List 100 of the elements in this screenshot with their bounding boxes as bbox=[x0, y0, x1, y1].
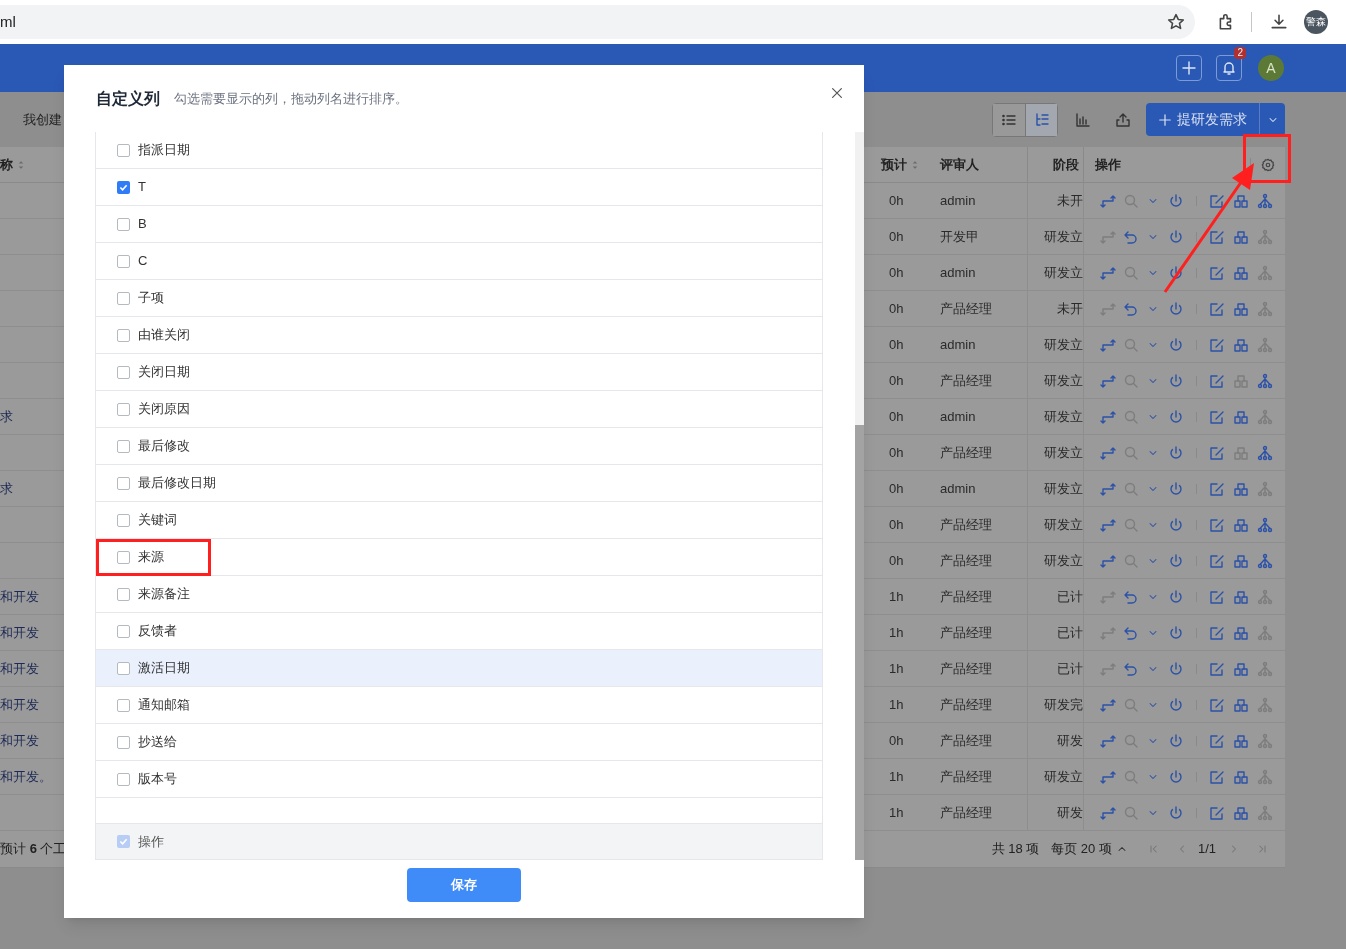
column-option[interactable]: 激活日期 bbox=[96, 650, 822, 687]
search-icon[interactable] bbox=[1123, 552, 1139, 569]
split-icon[interactable] bbox=[1233, 192, 1249, 209]
close-icon[interactable] bbox=[830, 85, 844, 100]
power-icon[interactable] bbox=[1168, 696, 1184, 713]
power-icon[interactable] bbox=[1168, 228, 1184, 245]
checkbox[interactable] bbox=[117, 217, 130, 231]
page-size-selector[interactable]: 每页 20 项 bbox=[1051, 839, 1128, 859]
split-icon[interactable] bbox=[1233, 480, 1249, 497]
tree-icon[interactable] bbox=[1257, 336, 1273, 353]
tree-icon[interactable] bbox=[1257, 768, 1273, 785]
column-option[interactable]: 来源 bbox=[96, 539, 822, 576]
column-header[interactable]: 称 bbox=[0, 154, 13, 175]
power-icon[interactable] bbox=[1168, 516, 1184, 533]
tree-icon[interactable] bbox=[1257, 624, 1273, 641]
search-icon[interactable] bbox=[1123, 732, 1139, 749]
split-icon[interactable] bbox=[1233, 408, 1249, 425]
tree-view-button[interactable] bbox=[1025, 103, 1057, 136]
split-icon[interactable] bbox=[1233, 696, 1249, 713]
branch-arrow-icon[interactable] bbox=[1100, 768, 1116, 785]
search-icon[interactable] bbox=[1123, 372, 1139, 389]
branch-arrow-icon[interactable] bbox=[1100, 552, 1116, 569]
power-icon[interactable] bbox=[1168, 624, 1184, 641]
name-cell[interactable]: 和开发。 bbox=[0, 766, 52, 787]
split-icon[interactable] bbox=[1233, 660, 1249, 677]
checkbox[interactable] bbox=[117, 513, 130, 527]
download-icon[interactable] bbox=[1270, 13, 1288, 31]
search-icon[interactable] bbox=[1123, 336, 1139, 353]
power-icon[interactable] bbox=[1168, 660, 1184, 677]
address-bar[interactable]: ml bbox=[0, 5, 1195, 39]
branch-arrow-icon[interactable] bbox=[1100, 264, 1116, 281]
tree-icon[interactable] bbox=[1257, 192, 1273, 209]
tree-icon[interactable] bbox=[1257, 588, 1273, 605]
edit-icon[interactable] bbox=[1209, 228, 1225, 245]
checkbox[interactable] bbox=[117, 772, 130, 786]
branch-arrow-icon[interactable] bbox=[1100, 588, 1116, 605]
edit-icon[interactable] bbox=[1209, 552, 1225, 569]
edit-icon[interactable] bbox=[1209, 408, 1225, 425]
edit-icon[interactable] bbox=[1209, 372, 1225, 389]
profile-avatar[interactable]: 警森 bbox=[1304, 10, 1328, 34]
edit-icon[interactable] bbox=[1209, 768, 1225, 785]
tree-icon[interactable] bbox=[1257, 228, 1273, 245]
tree-icon[interactable] bbox=[1257, 372, 1273, 389]
tree-icon[interactable] bbox=[1257, 300, 1273, 317]
search-icon[interactable] bbox=[1123, 444, 1139, 461]
power-icon[interactable] bbox=[1168, 408, 1184, 425]
checkbox[interactable] bbox=[117, 550, 130, 564]
power-icon[interactable] bbox=[1168, 372, 1184, 389]
split-icon[interactable] bbox=[1233, 444, 1249, 461]
branch-arrow-icon[interactable] bbox=[1100, 516, 1116, 533]
split-icon[interactable] bbox=[1233, 732, 1249, 749]
split-icon[interactable] bbox=[1233, 768, 1249, 785]
branch-arrow-icon[interactable] bbox=[1100, 660, 1116, 677]
power-icon[interactable] bbox=[1168, 300, 1184, 317]
name-cell[interactable]: 和开发 bbox=[0, 694, 39, 715]
branch-arrow-icon[interactable] bbox=[1100, 408, 1116, 425]
settings-icon[interactable] bbox=[1261, 157, 1275, 172]
split-icon[interactable] bbox=[1233, 588, 1249, 605]
split-icon[interactable] bbox=[1233, 804, 1249, 821]
power-icon[interactable] bbox=[1168, 768, 1184, 785]
checkbox[interactable] bbox=[117, 661, 130, 675]
edit-icon[interactable] bbox=[1209, 588, 1225, 605]
branch-arrow-icon[interactable] bbox=[1100, 336, 1116, 353]
branch-arrow-icon[interactable] bbox=[1100, 372, 1116, 389]
branch-arrow-icon[interactable] bbox=[1100, 300, 1116, 317]
branch-arrow-icon[interactable] bbox=[1100, 444, 1116, 461]
power-icon[interactable] bbox=[1168, 336, 1184, 353]
power-icon[interactable] bbox=[1168, 264, 1184, 281]
edit-icon[interactable] bbox=[1209, 336, 1225, 353]
edit-icon[interactable] bbox=[1209, 732, 1225, 749]
search-icon[interactable] bbox=[1123, 264, 1139, 281]
column-header[interactable]: 预计 bbox=[881, 154, 907, 175]
star-icon[interactable] bbox=[1167, 13, 1185, 31]
branch-arrow-icon[interactable] bbox=[1100, 732, 1116, 749]
search-icon[interactable] bbox=[1123, 480, 1139, 497]
checkbox[interactable] bbox=[117, 587, 130, 601]
checkbox[interactable] bbox=[117, 402, 130, 416]
edit-icon[interactable] bbox=[1209, 624, 1225, 641]
name-cell[interactable]: 和开发 bbox=[0, 622, 39, 643]
search-icon[interactable] bbox=[1123, 768, 1139, 785]
split-icon[interactable] bbox=[1233, 228, 1249, 245]
tree-icon[interactable] bbox=[1257, 732, 1273, 749]
name-cell[interactable]: 求 bbox=[0, 406, 13, 427]
search-icon[interactable] bbox=[1123, 516, 1139, 533]
bar-chart-icon[interactable] bbox=[1075, 111, 1091, 128]
checkbox[interactable] bbox=[117, 291, 130, 305]
search-icon[interactable] bbox=[1123, 804, 1139, 821]
edit-icon[interactable] bbox=[1209, 480, 1225, 497]
edit-icon[interactable] bbox=[1209, 300, 1225, 317]
tree-icon[interactable] bbox=[1257, 516, 1273, 533]
branch-arrow-icon[interactable] bbox=[1100, 192, 1116, 209]
split-icon[interactable] bbox=[1233, 372, 1249, 389]
power-icon[interactable] bbox=[1168, 804, 1184, 821]
tree-icon[interactable] bbox=[1257, 444, 1273, 461]
name-cell[interactable]: 和开发 bbox=[0, 658, 39, 679]
checkbox[interactable] bbox=[117, 698, 130, 712]
checkbox[interactable] bbox=[117, 254, 130, 268]
name-cell[interactable]: 和开发 bbox=[0, 730, 39, 751]
checkbox[interactable] bbox=[117, 180, 130, 194]
branch-arrow-icon[interactable] bbox=[1100, 624, 1116, 641]
